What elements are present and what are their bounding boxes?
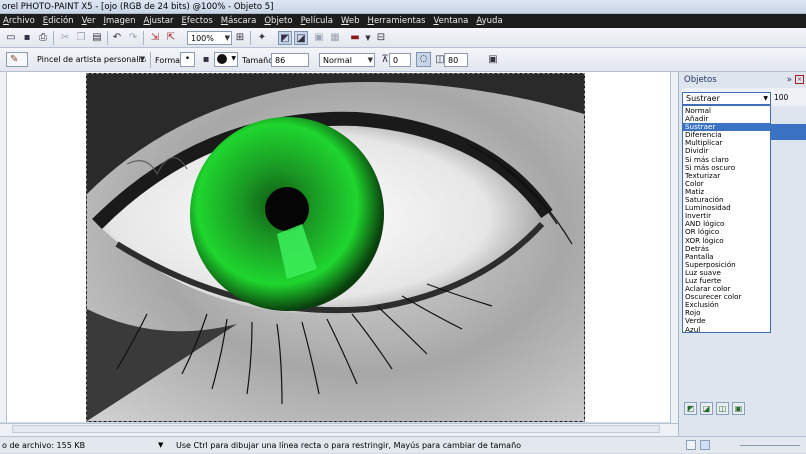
blend-option[interactable]: Azul xyxy=(683,325,770,334)
eye-photo xyxy=(87,74,584,421)
window-title: orel PHOTO-PAINT X5 - [ojo (RGB de 24 bi… xyxy=(0,0,806,14)
menu-item-herramientas[interactable]: Herramientas xyxy=(365,14,431,28)
square-nib-icon[interactable]: ▪ xyxy=(199,53,213,67)
size-label: Tamaño xyxy=(242,56,274,65)
menu-item-máscara[interactable]: Máscara xyxy=(218,14,262,28)
new-file-icon[interactable]: ▭ xyxy=(4,31,18,45)
undo-icon[interactable]: ↶ xyxy=(110,31,124,45)
grid-icon[interactable]: ▦ xyxy=(328,31,342,45)
marquee-icon[interactable]: ▣ xyxy=(312,31,326,45)
property-bar: ✎ Pincel de artista personalizado ▼ Form… xyxy=(0,48,806,72)
standard-toolbar: ▭ ▪ ⎙ ✂ ❐ ▤ ↶ ↷ ⇲ ⇱ 100% ▼ ⊞ ✦ ◩ ◪ ▣ ▦ ▬… xyxy=(0,28,806,48)
chevron-down-icon: ▼ xyxy=(367,56,373,64)
menu-item-web[interactable]: Web xyxy=(338,14,365,28)
navigator-icon[interactable] xyxy=(686,440,696,450)
menu-item-edición[interactable]: Edición xyxy=(40,14,79,28)
zoom-slider[interactable] xyxy=(740,445,800,446)
close-icon[interactable]: × xyxy=(795,75,804,84)
paste-icon[interactable]: ▤ xyxy=(90,31,104,45)
menu-bar: Archivo Edición Ver Imagen Ajustar Efectos Más… xyxy=(0,14,806,28)
mask-mode-icon[interactable]: ◩ xyxy=(278,31,292,45)
blend-mode-dropdown: Normal Añadir Sustraer Diferencia Multiplica… xyxy=(682,105,771,333)
round-nib-button[interactable]: • xyxy=(180,52,195,67)
menu-item-archivo[interactable]: Archivo xyxy=(0,14,40,28)
opacity-value: 80 xyxy=(448,56,459,65)
brush-preset-name: Pincel de artista personalizado xyxy=(37,55,146,64)
brush-type-button[interactable]: ✎ xyxy=(6,52,28,67)
zoom-value: 100% xyxy=(191,34,214,43)
chevron-down-icon: ▼ xyxy=(224,34,230,42)
redo-icon[interactable]: ↷ xyxy=(126,31,140,45)
chevron-down-icon: ▼ xyxy=(231,55,236,62)
blend-mode-select[interactable]: Sustraer ▼ xyxy=(682,92,771,105)
opacity-input[interactable]: 80 xyxy=(444,53,468,67)
save-icon[interactable]: ▪ xyxy=(20,31,34,45)
zoom-select[interactable]: 100% ▼ xyxy=(187,31,232,45)
merge-mode-select[interactable]: Normal ▼ xyxy=(319,53,375,67)
menu-item-efectos[interactable]: Efectos xyxy=(179,14,218,28)
file-size-text: o de archivo: 155 KB xyxy=(2,441,86,450)
print-icon[interactable]: ⎙ xyxy=(36,31,50,45)
menu-item-ventana[interactable]: Ventana xyxy=(430,14,473,28)
layout-icon[interactable] xyxy=(700,440,710,450)
scrollbar-thumb[interactable] xyxy=(12,425,660,433)
shape-label: Forma xyxy=(155,56,181,65)
selected-layer-row[interactable] xyxy=(771,124,806,140)
blend-mode-value: Sustraer xyxy=(686,94,720,103)
new-lens-icon[interactable]: ◪ xyxy=(700,402,713,415)
transparency-value: 0 xyxy=(393,56,399,65)
object-opacity[interactable]: 100 xyxy=(774,92,788,104)
size-value: 86 xyxy=(275,56,286,65)
image-canvas[interactable] xyxy=(86,73,585,422)
cut-icon[interactable]: ✂ xyxy=(58,31,72,45)
zoom-in-icon[interactable]: ⊞ xyxy=(233,31,247,45)
brush-settings-icon[interactable]: ▣ xyxy=(486,53,500,67)
menu-item-película[interactable]: Película xyxy=(298,14,338,28)
docker-title: Objetos » × xyxy=(684,74,804,86)
expand-icon[interactable]: » xyxy=(787,74,792,86)
chevron-down-icon[interactable]: ▼ xyxy=(158,437,163,454)
status-bar: o de archivo: 155 KB ▼ Use Ctrl para dib… xyxy=(0,436,806,453)
export-icon[interactable]: ⇱ xyxy=(164,31,178,45)
copy-icon[interactable]: ❐ xyxy=(74,31,88,45)
menu-item-objeto[interactable]: Objeto xyxy=(261,14,297,28)
merge-mode-value: Normal xyxy=(323,56,352,65)
chevron-down-icon: ▼ xyxy=(139,55,145,63)
chevron-down-icon[interactable]: ▼ xyxy=(361,31,375,45)
new-object-icon[interactable]: ◩ xyxy=(684,402,697,415)
ruler xyxy=(0,72,7,422)
menu-item-ver[interactable]: Ver xyxy=(79,14,101,28)
object-mode-icon[interactable]: ◪ xyxy=(294,31,308,45)
status-hint: Use Ctrl para dibujar una línea recta o … xyxy=(176,441,522,450)
nib-shape-icon xyxy=(217,54,227,64)
menu-item-ajustar[interactable]: Ajustar xyxy=(140,14,178,28)
size-input[interactable]: 86 xyxy=(271,53,309,67)
combine-icon[interactable]: ◫ xyxy=(716,402,729,415)
nib-preview[interactable]: ▼ xyxy=(214,52,238,67)
pan-icon[interactable]: ✦ xyxy=(255,31,269,45)
chevron-down-icon: ▼ xyxy=(763,95,768,102)
antialias-button[interactable]: ◌ xyxy=(416,52,431,67)
transparency-input[interactable]: 0 xyxy=(389,53,411,67)
menu-item-ayuda[interactable]: Ayuda xyxy=(473,14,507,28)
import-icon[interactable]: ⇲ xyxy=(148,31,162,45)
menu-item-imagen[interactable]: Imagen xyxy=(100,14,140,28)
brush-icon: ✎ xyxy=(10,54,19,65)
options-icon[interactable]: ⊟ xyxy=(374,31,388,45)
launcher-icon[interactable]: ▬ xyxy=(348,31,362,45)
delete-object-icon[interactable]: ▣ xyxy=(732,402,745,415)
brush-preset-select[interactable]: Pincel de artista personalizado ▼ xyxy=(34,53,146,67)
